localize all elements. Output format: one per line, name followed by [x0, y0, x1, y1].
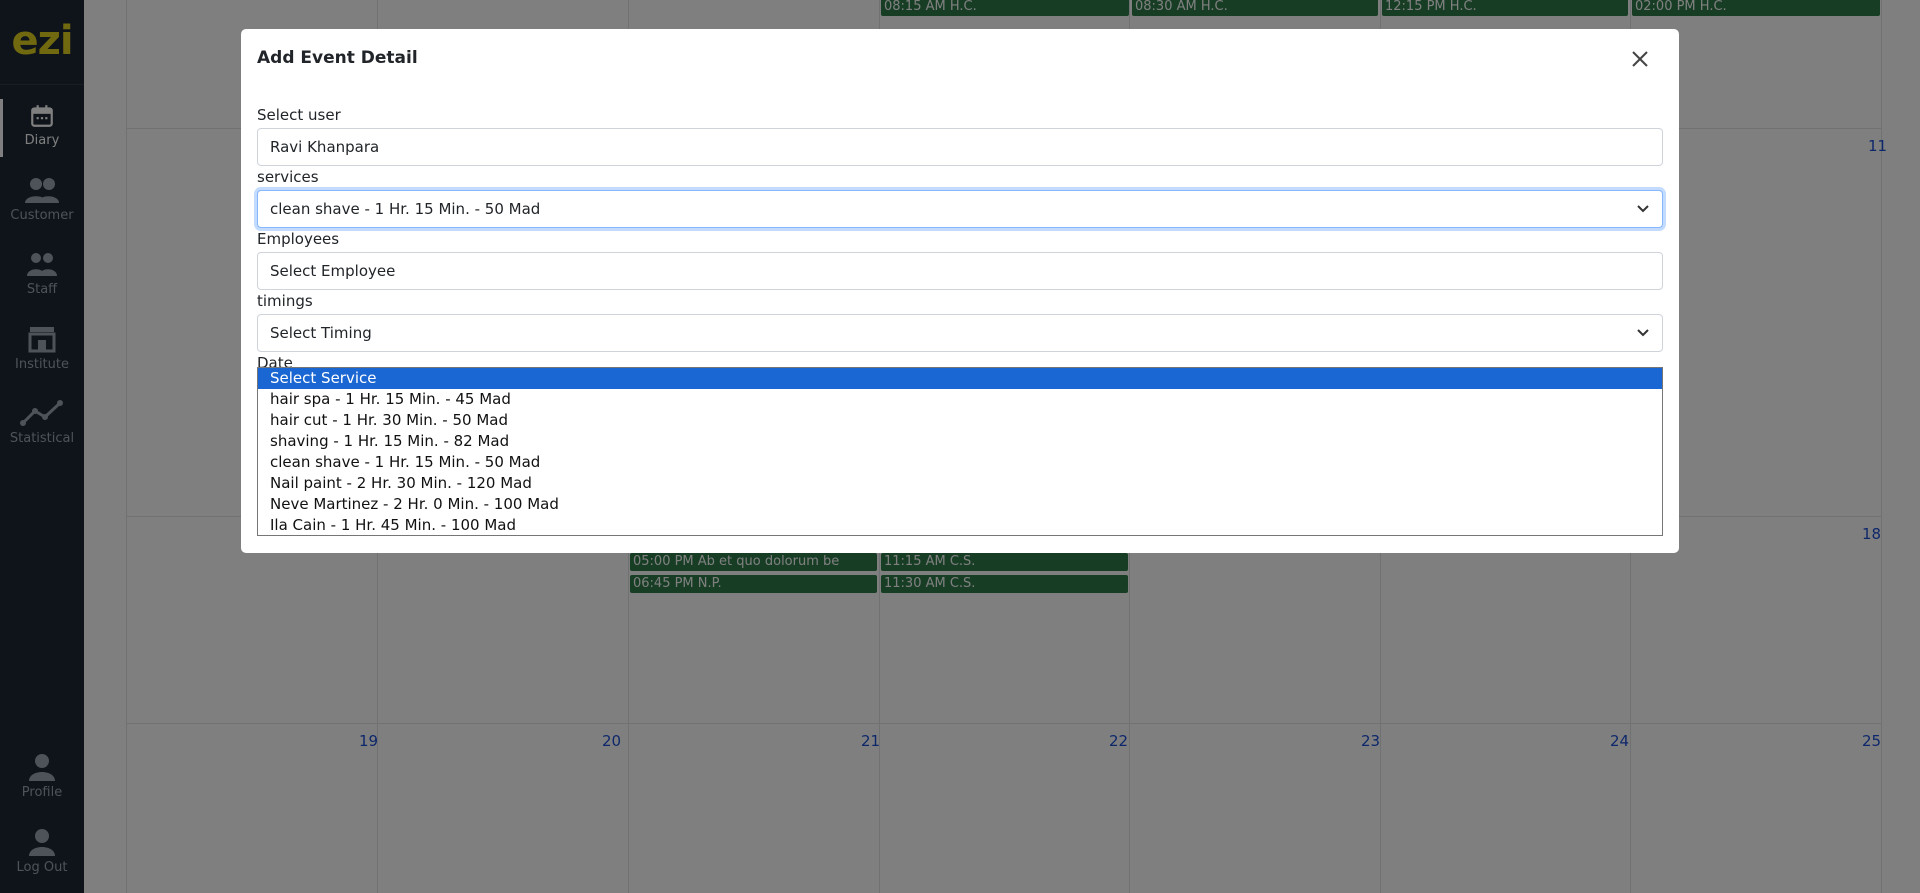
- service-option[interactable]: Ila Cain - 1 Hr. 45 Min. - 100 Mad: [258, 515, 1662, 535]
- service-option[interactable]: hair cut - 1 Hr. 30 Min. - 50 Mad: [258, 410, 1662, 431]
- user-input[interactable]: Ravi Khanpara: [257, 128, 1663, 166]
- modal-title: Add Event Detail: [257, 48, 418, 68]
- service-option[interactable]: clean shave - 1 Hr. 15 Min. - 50 Mad: [258, 452, 1662, 473]
- services-select[interactable]: clean shave - 1 Hr. 15 Min. - 50 Mad: [257, 190, 1663, 228]
- chevron-down-icon: [1637, 205, 1649, 213]
- services-selected-value: clean shave - 1 Hr. 15 Min. - 50 Mad: [270, 200, 541, 218]
- service-option[interactable]: shaving - 1 Hr. 15 Min. - 82 Mad: [258, 431, 1662, 452]
- timings-selected-value: Select Timing: [270, 324, 372, 342]
- user-label: Select user: [257, 106, 341, 124]
- employees-input[interactable]: Select Employee: [257, 252, 1663, 290]
- close-icon[interactable]: [1627, 46, 1653, 72]
- services-label: services: [257, 168, 319, 186]
- timings-select[interactable]: Select Timing: [257, 314, 1663, 352]
- service-option[interactable]: hair spa - 1 Hr. 15 Min. - 45 Mad: [258, 389, 1662, 410]
- service-option[interactable]: Neve Martinez - 2 Hr. 0 Min. - 100 Mad: [258, 494, 1662, 515]
- services-dropdown-list[interactable]: Select Service hair spa - 1 Hr. 15 Min. …: [257, 367, 1663, 536]
- service-option[interactable]: Select Service: [258, 368, 1662, 389]
- service-option[interactable]: Nail paint - 2 Hr. 30 Min. - 120 Mad: [258, 473, 1662, 494]
- timings-label: timings: [257, 292, 313, 310]
- chevron-down-icon: [1637, 329, 1649, 337]
- employees-label: Employees: [257, 230, 340, 248]
